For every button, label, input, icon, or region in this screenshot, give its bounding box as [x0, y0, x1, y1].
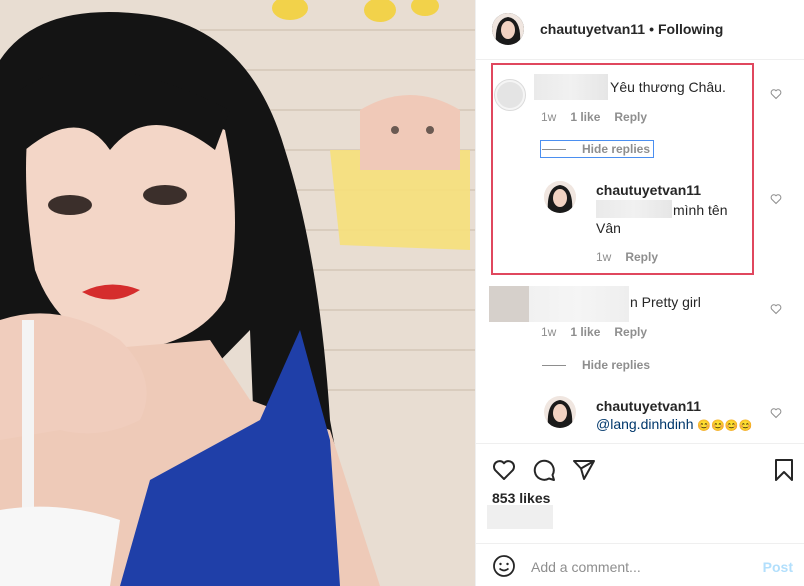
comment-icon[interactable] [532, 458, 556, 487]
like-comment-heart-icon[interactable] [770, 192, 782, 205]
comment-meta: 1w 1 like Reply [541, 325, 661, 339]
bookmark-icon[interactable] [772, 458, 796, 487]
highlight-box [491, 63, 754, 275]
post-photo[interactable] [0, 0, 475, 586]
hide-replies-button[interactable]: Hide replies [542, 358, 650, 372]
separator-dot: • [649, 21, 654, 37]
post-comment-button[interactable]: Post [763, 559, 793, 575]
post-actions: 853 likes [476, 443, 804, 543]
comments-panel: chautuyetvan11 • Following Yêu thương Châu… [475, 0, 804, 586]
like-comment-heart-icon[interactable] [770, 87, 782, 100]
like-comment-heart-icon[interactable] [770, 302, 782, 315]
comments-list: Yêu thương Châu. 1w 1 like Reply Hide repl… [476, 60, 804, 443]
add-comment-bar: Add a comment... Post [476, 543, 804, 586]
commenter-username-redacted [529, 286, 629, 322]
share-icon[interactable] [572, 458, 596, 487]
comment-text: n Pretty girl [630, 294, 701, 310]
post-date-redacted [487, 505, 553, 529]
hide-replies-label: Hide replies [582, 358, 651, 372]
author-username[interactable]: chautuyetvan11 [540, 21, 645, 37]
comment-time[interactable]: 1w [541, 325, 556, 339]
likes-count[interactable]: 853 likes [492, 490, 550, 506]
comment-input[interactable]: Add a comment... [531, 559, 641, 575]
author-avatar[interactable] [492, 13, 524, 45]
emoji-icon[interactable] [492, 554, 516, 583]
mention-link[interactable]: @lang.dinhdinh [596, 416, 694, 432]
comment-likes[interactable]: 1 like [570, 325, 600, 339]
commenter-avatar-redacted[interactable] [489, 286, 529, 322]
reply-username[interactable]: chautuyetvan11 [596, 398, 701, 414]
author-line: chautuyetvan11 • Following [540, 21, 723, 37]
follow-status-button[interactable]: Following [658, 21, 723, 37]
reply-emoji: 😊😊😊😊 [697, 420, 753, 432]
post-header: chautuyetvan11 • Following [476, 0, 804, 60]
heart-icon[interactable] [492, 458, 516, 487]
reply-text: @lang.dinhdinh 😊😊😊😊 [596, 416, 752, 432]
reply-button[interactable]: Reply [614, 325, 647, 339]
post-photo-illustration [0, 0, 475, 586]
like-comment-heart-icon[interactable] [770, 406, 782, 419]
reply-avatar[interactable] [544, 396, 576, 428]
hide-replies-line [542, 365, 566, 367]
